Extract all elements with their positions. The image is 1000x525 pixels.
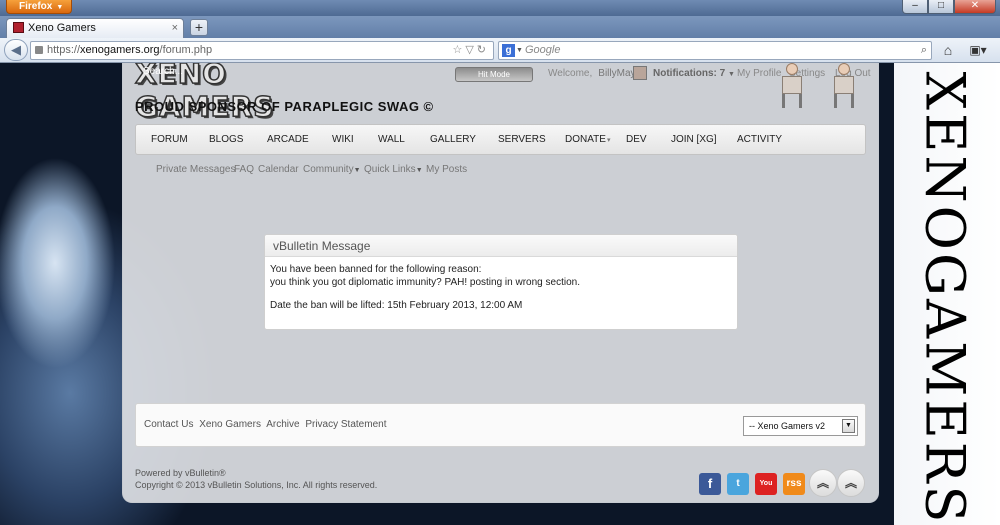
header-search-button[interactable]: Hit Mode — [455, 67, 533, 82]
nav-wall[interactable]: WALL — [378, 125, 405, 154]
nav-servers[interactable]: SERVERS — [498, 125, 546, 154]
nav-blogs[interactable]: BLOGS — [209, 125, 243, 154]
message-body: You have been banned for the following r… — [265, 257, 737, 318]
nav-gallery[interactable]: GALLERY — [430, 125, 476, 154]
ban-lift-date: Date the ban will be lifted: 15th Februa… — [270, 300, 523, 311]
sub-nav-quick-links[interactable]: Quick Links▼ — [364, 164, 423, 175]
chevron-down-icon: ▼ — [728, 71, 735, 78]
url-prefix: https:// — [47, 44, 81, 56]
scroll-top-icon[interactable]: ︽ — [837, 469, 865, 497]
side-logo-text: XENOGAMERS — [913, 71, 977, 525]
powered-by: Powered by vBulletin® Copyright © 2013 v… — [135, 467, 377, 491]
forum-container: XENO GAMERS Search... Hit Mode Welcome, B… — [122, 63, 879, 503]
firefox-menu-label: Firefox — [19, 1, 53, 12]
ban-message-box: vBulletin Message You have been banned f… — [264, 234, 738, 330]
youtube-icon[interactable]: You — [755, 473, 777, 495]
tab-strip: Xeno Gamers × + — [0, 16, 1000, 38]
nav-forum[interactable]: FORUM — [151, 125, 188, 154]
tab-xeno-gamers[interactable]: Xeno Gamers × — [6, 18, 184, 38]
sub-nav-faq[interactable]: FAQ — [234, 164, 254, 175]
facebook-icon[interactable]: f — [699, 473, 721, 495]
url-bar[interactable]: https://xenogamers.org/forum.php ☆▽↻ — [30, 41, 494, 60]
maximize-button[interactable]: □ — [928, 0, 954, 14]
ban-reason-text: you think you got diplomatic immunity? P… — [270, 277, 580, 288]
copyright-text: Copyright © 2013 vBulletin Solutions, In… — [135, 480, 378, 490]
nav-activity[interactable]: ACTIVITY — [737, 125, 782, 154]
sub-nav-community-label: Community — [303, 164, 354, 175]
lock-icon — [35, 46, 43, 54]
style-chooser-value: -- Xeno Gamers v2 — [749, 421, 826, 431]
search-icon[interactable]: ⌕ — [921, 42, 927, 59]
addons-button[interactable]: ▣▾ — [962, 41, 994, 60]
welcome-label: Welcome, — [548, 68, 593, 79]
reload-icon[interactable]: ↻ — [477, 44, 489, 56]
nav-join[interactable]: JOIN [XG] — [671, 125, 717, 154]
main-nav: FORUM BLOGS ARCADE WIKI WALL GALLERY SER… — [135, 124, 866, 155]
history-dropdown-icon[interactable]: ▽ — [465, 44, 476, 56]
my-profile-link[interactable]: My Profile — [737, 68, 781, 79]
ban-reason-heading: You have been banned for the following r… — [270, 264, 482, 275]
search-bar[interactable]: g ▼ Google ⌕ — [498, 41, 932, 60]
privacy-link[interactable]: Privacy Statement — [305, 419, 386, 430]
header-search-input[interactable]: Search... — [143, 66, 183, 77]
notifications-label: Notifications: 7 — [653, 68, 726, 79]
notifications-menu[interactable]: Notifications: 7 ▼ — [653, 68, 735, 79]
nav-donate-label: DONATE — [565, 134, 606, 145]
nav-arcade[interactable]: ARCADE — [267, 125, 309, 154]
footer-links: Contact Us Xeno Gamers Archive Privacy S… — [144, 419, 389, 430]
chevron-down-icon[interactable]: ▼ — [842, 419, 855, 433]
sub-nav-private-messages[interactable]: Private Messages — [156, 164, 235, 175]
footer-bar: Contact Us Xeno Gamers Archive Privacy S… — [135, 403, 866, 447]
tab-title: Xeno Gamers — [28, 22, 96, 34]
message-title: vBulletin Message — [265, 235, 737, 257]
navigation-toolbar: ◀ https://xenogamers.org/forum.php ☆▽↻ g… — [0, 38, 1000, 63]
chevron-down-icon: ▼ — [353, 167, 361, 174]
nav-dev[interactable]: DEV — [626, 125, 647, 154]
side-logo: XENOGAMERS — [900, 63, 990, 525]
mascot-image — [778, 63, 806, 111]
site-tagline: PROUD SPONSOR OF PARAPLEGIC SWAG © — [135, 99, 434, 114]
bookmark-star-icon[interactable]: ☆ — [452, 44, 465, 56]
nav-donate[interactable]: DONATE▾ — [565, 125, 610, 154]
sub-nav-quick-links-label: Quick Links — [364, 164, 416, 175]
url-path: /forum.php — [159, 44, 213, 56]
sub-nav-community[interactable]: Community▼ — [303, 164, 361, 175]
sub-nav-calendar[interactable]: Calendar — [258, 164, 299, 175]
google-engine-icon[interactable]: g — [502, 44, 515, 57]
avatar[interactable] — [633, 66, 647, 80]
new-tab-button[interactable]: + — [190, 19, 208, 36]
chevron-down-icon: ▼ — [56, 4, 64, 11]
minimize-button[interactable]: – — [902, 0, 928, 14]
close-window-button[interactable]: ✕ — [954, 0, 996, 14]
sub-nav-my-posts[interactable]: My Posts — [426, 164, 467, 175]
site-favicon-icon — [13, 22, 24, 33]
chevron-down-icon: ▼ — [415, 167, 423, 174]
tab-close-icon[interactable]: × — [172, 19, 178, 38]
window-titlebar: Firefox ▼ – □ ✕ — [0, 0, 1000, 16]
style-chooser-select[interactable]: -- Xeno Gamers v2 ▼ — [743, 416, 858, 436]
search-placeholder: Google — [525, 44, 561, 56]
nav-wiki[interactable]: WIKI — [332, 125, 354, 154]
archive-link[interactable]: Archive — [266, 419, 299, 430]
page-content: XENOGAMERS XENO GAMERS Search... Hit Mod… — [0, 63, 1000, 525]
back-button[interactable]: ◀ — [4, 39, 28, 61]
url-bar-tools: ☆▽↻ — [452, 42, 489, 59]
scroll-up-icon[interactable]: ︽ — [809, 469, 837, 497]
firefox-menu-button[interactable]: Firefox ▼ — [6, 0, 72, 14]
mascot-image — [830, 63, 858, 111]
home-link[interactable]: Xeno Gamers — [199, 419, 261, 430]
chevron-down-icon: ▾ — [606, 137, 611, 144]
twitter-icon[interactable]: t — [727, 473, 749, 495]
url-host: xenogamers.org — [80, 44, 160, 56]
home-button[interactable]: ⌂ — [938, 41, 958, 60]
welcome-text: Welcome, BillyMays — [548, 68, 641, 79]
rss-icon[interactable]: rss — [783, 473, 805, 495]
engine-dropdown-icon[interactable]: ▼ — [516, 42, 523, 59]
window-controls: – □ ✕ — [902, 0, 996, 14]
powered-by-text[interactable]: Powered by vBulletin® — [135, 467, 377, 479]
contact-us-link[interactable]: Contact Us — [144, 419, 193, 430]
